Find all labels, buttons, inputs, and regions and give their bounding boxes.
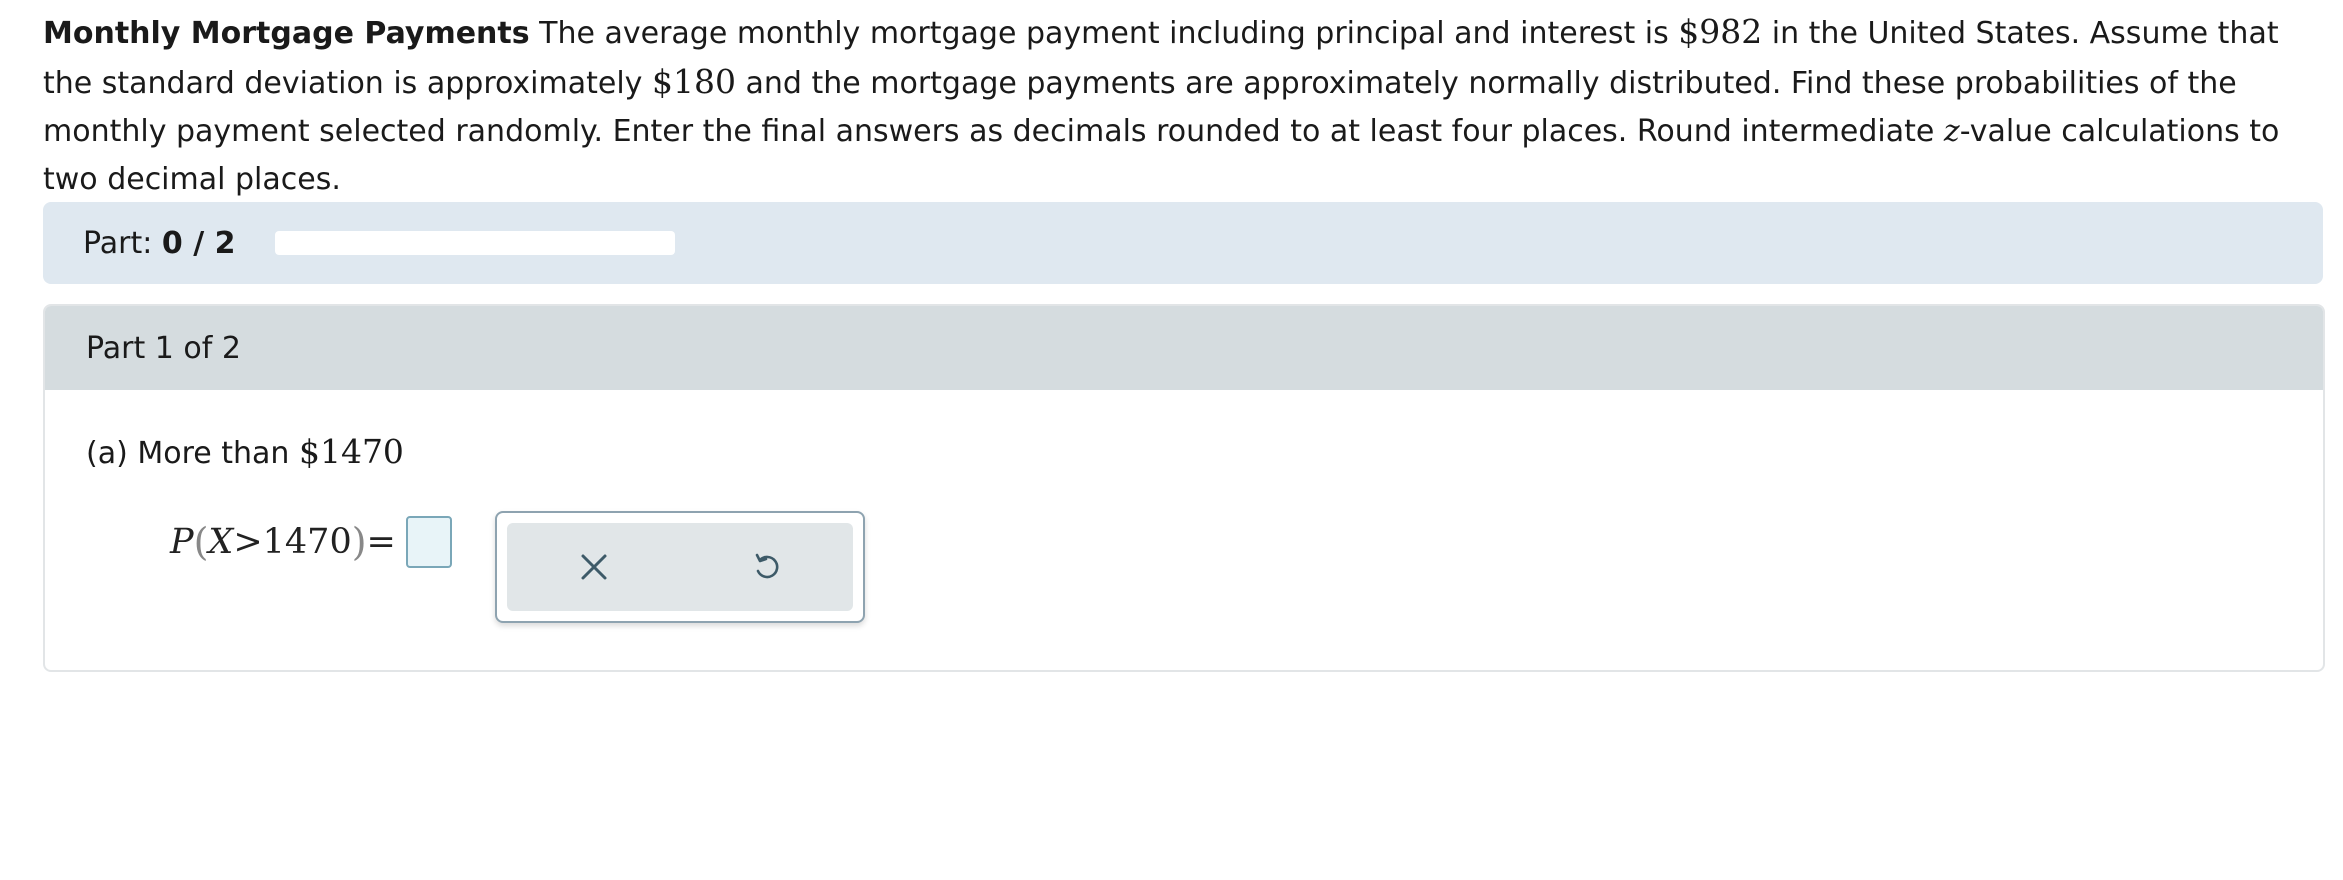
eq-equals: =	[366, 522, 396, 562]
part-card: Part 1 of 2 (a) More than $1470 P ( X > …	[43, 304, 2325, 672]
clear-button[interactable]	[564, 537, 624, 597]
problem-text-1: The average monthly mortgage payment inc…	[529, 16, 1679, 51]
z-variable: z	[1943, 114, 1960, 149]
undo-icon	[755, 553, 778, 579]
problem-title: Monthly Mortgage Payments	[43, 16, 530, 51]
sd-value: $180	[651, 62, 736, 101]
eq-open-paren: (	[193, 520, 209, 564]
eq-operator: >	[233, 522, 263, 562]
progress-track	[275, 231, 676, 255]
mean-value: $982	[1678, 12, 1763, 51]
eq-var: X	[208, 522, 234, 562]
problem-statement: Monthly Mortgage Payments The average mo…	[43, 8, 2328, 204]
question-text: (a) More than $1470	[86, 428, 404, 478]
part-progress-bar: Part: 0 / 2	[43, 202, 2323, 284]
eq-number: 1470	[262, 522, 352, 562]
answer-tools	[507, 523, 853, 611]
part-label-text: Part:	[83, 225, 153, 261]
answer-input[interactable]	[405, 516, 452, 568]
page: Monthly Mortgage Payments The average mo…	[0, 0, 2343, 880]
probability-equation: P ( X > 1470 ) =	[170, 516, 452, 568]
undo-button[interactable]	[737, 537, 797, 597]
question-prefix: (a) More than	[86, 436, 299, 471]
question-amount: $1470	[298, 432, 404, 471]
part-progress-value: 0 / 2	[161, 225, 236, 261]
eq-close-paren: )	[351, 520, 367, 564]
part-header: Part 1 of 2	[45, 306, 2323, 390]
close-icon	[581, 554, 606, 580]
answer-tools-panel	[495, 511, 865, 623]
part-progress-label: Part: 0 / 2	[83, 226, 235, 261]
eq-p: P	[170, 522, 194, 562]
